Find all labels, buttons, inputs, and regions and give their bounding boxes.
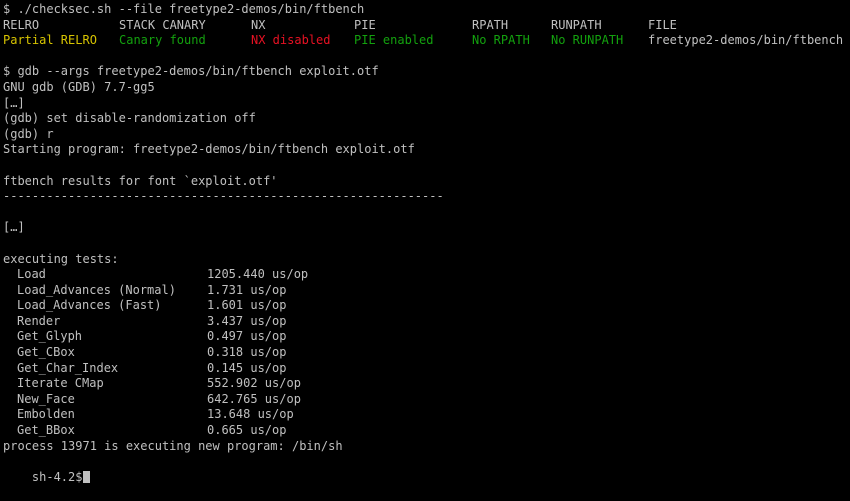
test-value: 0.497 us/op	[207, 329, 287, 344]
header-pie: PIE	[354, 17, 376, 32]
shell-prompt-line[interactable]: sh-4.2$	[3, 454, 847, 484]
test-name: Render	[17, 313, 61, 328]
test-value: 1.731 us/op	[207, 282, 287, 297]
test-row: Get_BBox 0.665 us/op	[3, 423, 847, 439]
test-name: Get_BBox	[17, 423, 75, 438]
process-exec-line: process 13971 is executing new program: …	[3, 438, 343, 453]
test-row: Load 1205.440 us/op	[3, 267, 847, 283]
value-file: freetype2-demos/bin/ftbench	[648, 33, 844, 48]
test-value: 0.665 us/op	[207, 423, 287, 438]
ellipsis-line: […]	[3, 95, 25, 110]
test-name: New_Face	[17, 391, 75, 406]
checksec-values-row: Partial RELRO Canary found NX disabled P…	[3, 33, 847, 49]
gdb-set-command: (gdb) set disable-randomization off	[3, 111, 256, 126]
executing-tests-title: executing tests:	[3, 251, 119, 266]
checksec-header-row: RELRO STACK CANARY NX PIE RPATH RUNPATH …	[3, 18, 847, 34]
terminal-window[interactable]: $ ./checksec.sh --file freetype2-demos/b…	[3, 2, 847, 484]
checksec-command-line: $ ./checksec.sh --file freetype2-demos/b…	[3, 2, 365, 16]
test-value: 0.318 us/op	[207, 345, 287, 360]
value-relro: Partial RELRO	[3, 33, 97, 48]
test-row: New_Face 642.765 us/op	[3, 392, 847, 408]
separator-line: ----------------------------------------…	[3, 189, 444, 204]
test-value: 1205.440 us/op	[207, 267, 309, 282]
test-value: 13.648 us/op	[207, 407, 294, 422]
test-name: Get_Glyph	[17, 329, 83, 344]
test-row: Get_Char_Index 0.145 us/op	[3, 361, 847, 377]
header-nx: NX	[251, 17, 266, 32]
header-relro: RELRO	[3, 17, 40, 32]
test-row: Get_CBox 0.318 us/op	[3, 345, 847, 361]
test-name: Load_Advances (Fast)	[17, 298, 162, 313]
value-rpath: No RPATH	[472, 33, 530, 48]
shell-prompt: sh-4.2$	[31, 469, 83, 484]
test-value: 1.601 us/op	[207, 298, 287, 313]
test-name: Load_Advances (Normal)	[17, 282, 176, 297]
test-name: Iterate CMap	[17, 376, 104, 391]
test-value: 3.437 us/op	[207, 313, 287, 328]
value-stack-canary: Canary found	[119, 33, 206, 48]
value-nx: NX disabled	[251, 33, 331, 48]
test-value: 642.765 us/op	[207, 391, 301, 406]
cursor-icon	[83, 470, 91, 483]
header-file: FILE	[648, 17, 677, 32]
header-rpath: RPATH	[472, 17, 509, 32]
test-name: Load	[17, 267, 46, 282]
test-row: Load_Advances (Fast) 1.601 us/op	[3, 298, 847, 314]
header-runpath: RUNPATH	[551, 17, 602, 32]
test-row: Load_Advances (Normal) 1.731 us/op	[3, 283, 847, 299]
test-name: Get_Char_Index	[17, 360, 119, 375]
gdb-run-command: (gdb) r	[3, 126, 54, 141]
test-row: Get_Glyph 0.497 us/op	[3, 329, 847, 345]
test-row: Iterate CMap 552.902 us/op	[3, 376, 847, 392]
value-runpath: No RUNPATH	[551, 33, 624, 48]
gdb-command-line: $ gdb --args freetype2-demos/bin/ftbench…	[3, 64, 379, 79]
results-title-line: ftbench results for font `exploit.otf'	[3, 173, 278, 188]
test-value: 0.145 us/op	[207, 360, 287, 375]
gdb-version-line: GNU gdb (GDB) 7.7-gg5	[3, 79, 155, 94]
test-value: 552.902 us/op	[207, 376, 301, 391]
test-name: Embolden	[17, 407, 75, 422]
test-row: Embolden 13.648 us/op	[3, 407, 847, 423]
test-row: Render 3.437 us/op	[3, 314, 847, 330]
header-stack-canary: STACK CANARY	[119, 17, 206, 32]
starting-program-line: Starting program: freetype2-demos/bin/ft…	[3, 142, 415, 157]
value-pie: PIE enabled	[354, 33, 434, 48]
test-name: Get_CBox	[17, 345, 75, 360]
ellipsis-line: […]	[3, 220, 25, 235]
